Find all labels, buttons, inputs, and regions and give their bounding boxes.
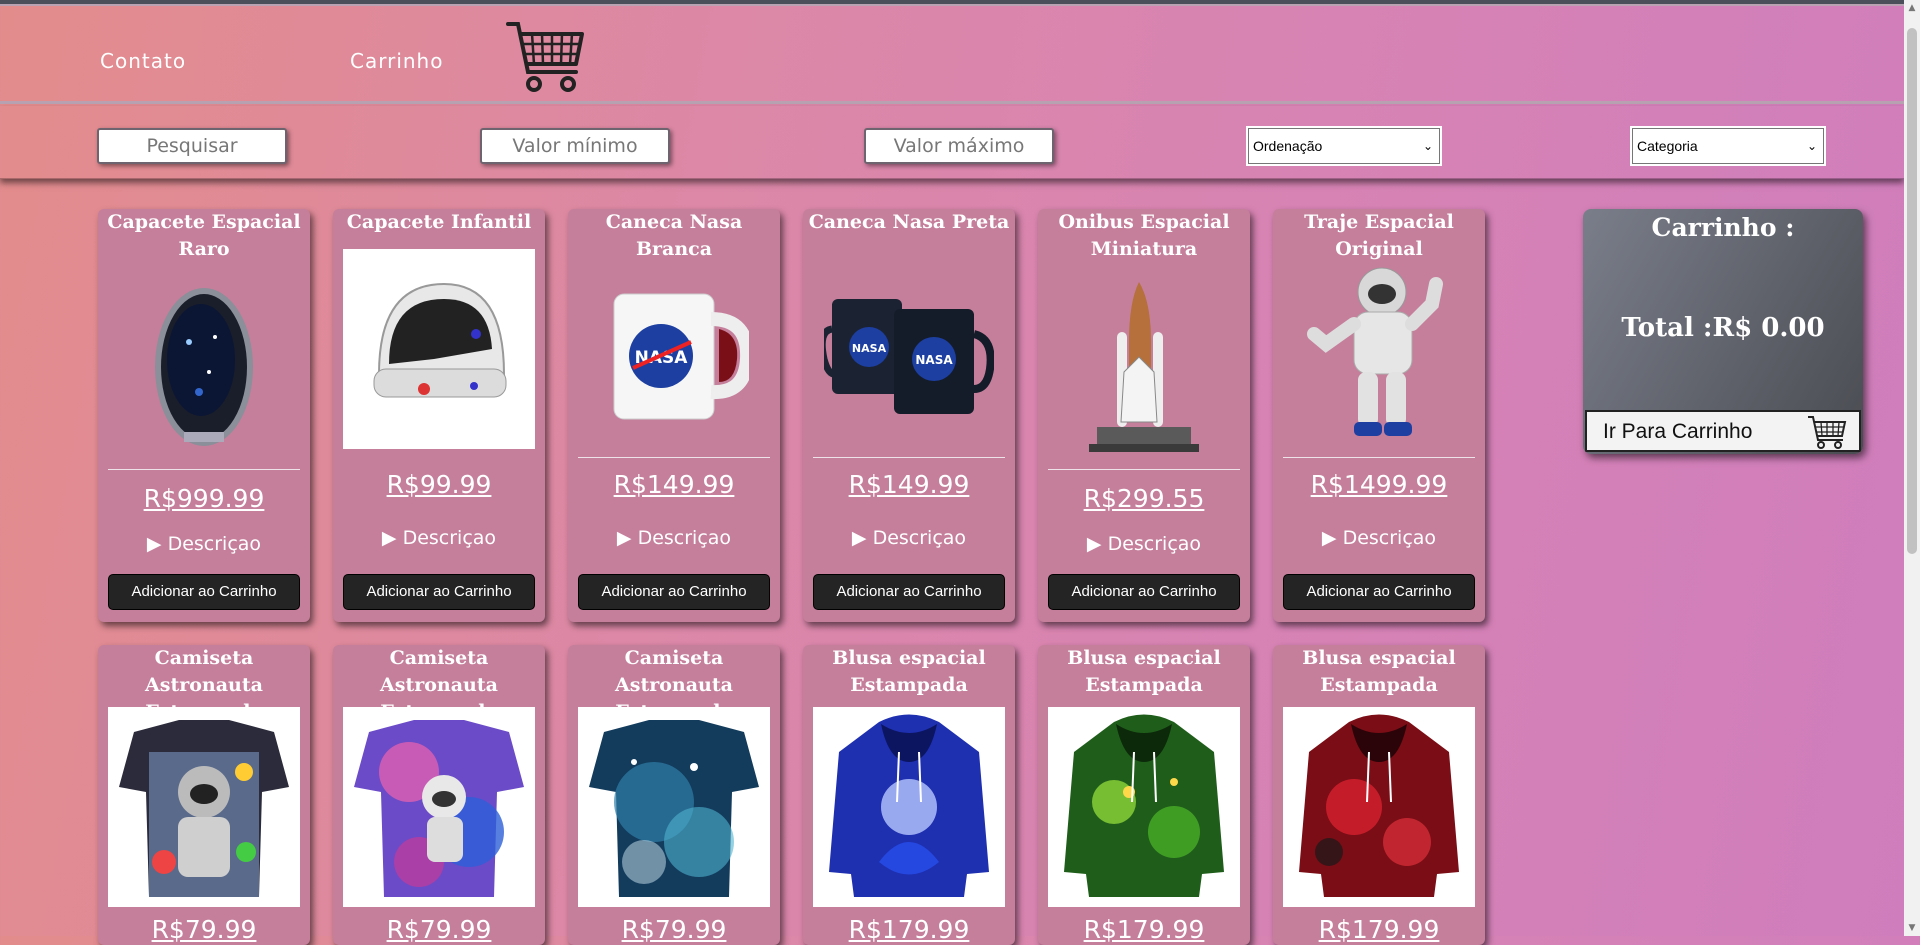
mug-black-image[interactable]: NASA NASA [813, 249, 1005, 449]
svg-text:NASA: NASA [852, 342, 887, 355]
product-title: Blusa espacial Estampada [1067, 647, 1221, 696]
product-card: Camiseta Astronauta Estampada R$79.99 [333, 645, 545, 945]
product-price[interactable]: R$99.99 [333, 470, 545, 499]
nav-contato[interactable]: Contato [100, 49, 186, 73]
product-price[interactable]: R$79.99 [333, 915, 545, 944]
max-value-input[interactable]: Valor máximo [864, 128, 1054, 164]
triangle-right-icon: ▶ [1086, 533, 1108, 555]
product-card: Onibus Espacial Miniatura R$299.55 ▶ Des… [1038, 209, 1250, 622]
filter-bar: Pesquisar Valor mínimo Valor máximo Orde… [0, 106, 1904, 179]
product-price[interactable]: R$179.99 [803, 915, 1015, 944]
description-toggle[interactable]: ▶ Descriçao [98, 533, 310, 555]
product-price[interactable]: R$149.99 [803, 470, 1015, 499]
svg-text:NASA: NASA [915, 353, 953, 367]
product-title: Capacete Infantil [346, 211, 532, 233]
shopping-cart-icon[interactable] [506, 20, 586, 96]
description-toggle[interactable]: ▶ Descriçao [333, 527, 545, 549]
nav-carrinho[interactable]: Carrinho [350, 49, 443, 73]
triangle-right-icon: ▶ [146, 533, 168, 555]
hoodie-red-image[interactable] [1283, 707, 1475, 907]
astronaut-image[interactable] [1283, 249, 1475, 449]
cart-summary-panel: Carrinho : Total :R$ 0.00 Ir Para Carrin… [1583, 209, 1863, 454]
product-price[interactable]: R$79.99 [98, 915, 310, 944]
chevron-down-icon: ⌄ [1422, 139, 1433, 153]
triangle-right-icon: ▶ [851, 527, 873, 549]
add-to-cart-button[interactable]: Adicionar ao Carrinho [108, 574, 300, 610]
product-card: Camiseta Astronauta Estampada R$79.99 [568, 645, 780, 945]
chevron-down-icon: ⌄ [1806, 139, 1817, 153]
description-label: Descriçao [1107, 533, 1202, 555]
scroll-down-icon[interactable]: ▼ [1904, 920, 1920, 936]
triangle-right-icon: ▶ [381, 527, 403, 549]
go-to-cart-label: Ir Para Carrinho [1603, 420, 1753, 443]
order-select[interactable]: Ordenação ⌄ [1246, 126, 1442, 166]
cart-total: Total :R$ 0.00 [1621, 313, 1825, 343]
shuttle-image[interactable] [1048, 267, 1240, 467]
product-card: Caneca Nasa Preta NASA NASA R$149.99 ▶ D… [803, 209, 1015, 622]
description-label: Descriçao [872, 527, 967, 549]
hoodie-green-image[interactable] [1048, 707, 1240, 907]
product-title: Blusa espacial Estampada [1302, 647, 1456, 696]
product-price[interactable]: R$999.99 [98, 484, 310, 513]
description-toggle[interactable]: ▶ Descriçao [1273, 527, 1485, 549]
divider [1048, 469, 1240, 470]
mug-white-image[interactable]: NASA [578, 249, 770, 449]
scroll-up-icon[interactable]: ▲ [1904, 0, 1920, 16]
search-input[interactable]: Pesquisar [97, 128, 287, 164]
category-select[interactable]: Categoria ⌄ [1630, 126, 1826, 166]
hoodie-blue-image[interactable] [813, 707, 1005, 907]
divider [578, 457, 770, 458]
add-to-cart-button[interactable]: Adicionar ao Carrinho [813, 574, 1005, 610]
product-card: Blusa espacial Estampada R$179.99 [803, 645, 1015, 945]
description-label: Descriçao [1342, 527, 1437, 549]
product-title: Onibus Espacial Miniatura [1058, 211, 1230, 260]
product-card: Capacete Espacial Raro R$999.99 ▶ Descri… [98, 209, 310, 622]
product-card: Blusa espacial Estampada R$179.99 [1273, 645, 1485, 945]
add-to-cart-button[interactable]: Adicionar ao Carrinho [1048, 574, 1240, 610]
tshirt-nebula-image[interactable] [578, 707, 770, 907]
product-card: Blusa espacial Estampada R$179.99 [1038, 645, 1250, 945]
triangle-right-icon: ▶ [616, 527, 638, 549]
product-title: Capacete Espacial Raro [107, 211, 301, 260]
product-price[interactable]: R$299.55 [1038, 484, 1250, 513]
helmet-dark-image[interactable] [108, 267, 300, 467]
description-toggle[interactable]: ▶ Descriçao [568, 527, 780, 549]
triangle-right-icon: ▶ [1321, 527, 1343, 549]
vertical-scrollbar[interactable]: ▲ ▼ [1904, 0, 1920, 936]
divider [1283, 457, 1475, 458]
shopping-cart-icon [1808, 416, 1847, 449]
description-label: Descriçao [167, 533, 262, 555]
product-title: Caneca Nasa Preta [808, 211, 1010, 233]
divider [108, 469, 300, 470]
helmet-white-image[interactable] [343, 249, 535, 449]
header: Contato Carrinho [0, 4, 1904, 104]
product-price[interactable]: R$1499.99 [1273, 470, 1485, 499]
description-toggle[interactable]: ▶ Descriçao [1038, 533, 1250, 555]
min-value-input[interactable]: Valor mínimo [480, 128, 670, 164]
cart-summary-title: Carrinho : [1651, 213, 1795, 242]
description-label: Descriçao [637, 527, 732, 549]
product-title: Blusa espacial Estampada [832, 647, 986, 696]
description-label: Descriçao [402, 527, 497, 549]
description-toggle[interactable]: ▶ Descriçao [803, 527, 1015, 549]
product-card: Traje Espacial Original R$1499.99 ▶ Desc… [1273, 209, 1485, 622]
category-select-value: Categoria [1637, 138, 1698, 154]
product-price[interactable]: R$179.99 [1273, 915, 1485, 944]
scrollbar-thumb[interactable] [1907, 28, 1917, 554]
product-card: Capacete Infantil R$99.99 ▶ Descriçao Ad… [333, 209, 545, 622]
product-price[interactable]: R$79.99 [568, 915, 780, 944]
product-card: Caneca Nasa Branca NASA R$149.99 ▶ Descr… [568, 209, 780, 622]
add-to-cart-button[interactable]: Adicionar ao Carrinho [343, 574, 535, 610]
go-to-cart-button[interactable]: Ir Para Carrinho [1585, 410, 1861, 452]
add-to-cart-button[interactable]: Adicionar ao Carrinho [578, 574, 770, 610]
order-select-value: Ordenação [1253, 138, 1323, 154]
product-price[interactable]: R$149.99 [568, 470, 780, 499]
tshirt-galaxy-image[interactable] [343, 707, 535, 907]
tshirt-astronaut-image[interactable] [108, 707, 300, 907]
product-card: Camiseta Astronauta Estampada R$79.99 [98, 645, 310, 945]
divider [813, 457, 1005, 458]
product-price[interactable]: R$179.99 [1038, 915, 1250, 944]
add-to-cart-button[interactable]: Adicionar ao Carrinho [1283, 574, 1475, 610]
